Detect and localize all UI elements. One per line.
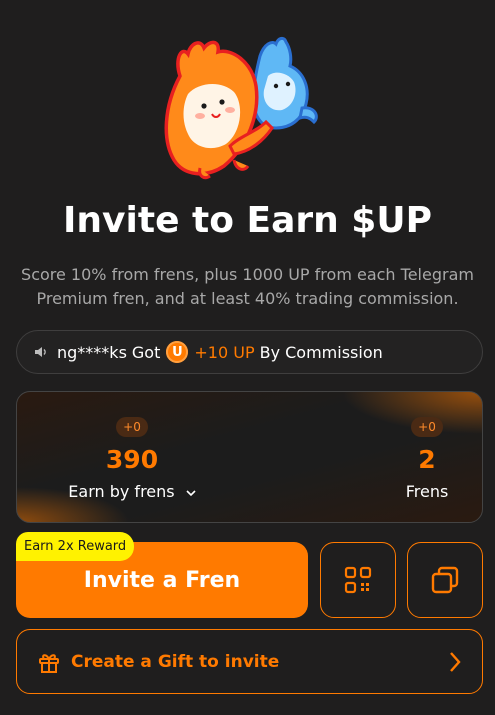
page-title: Invite to Earn $UP [63,200,432,241]
up-coin-icon: U [166,341,189,363]
chevron-down-icon [186,489,196,496]
ticker-got: Got [131,342,161,362]
reward-badge: Earn 2x Reward [16,532,135,561]
gift-label: Create a Gift to invite [71,651,280,672]
ticker-amount: +10 UP [194,342,255,362]
earn-value: 390 [105,445,159,474]
frens-value: 2 [418,445,436,474]
earn-label-row[interactable]: Earn by frens [17,482,247,501]
ticker-reason: By Commission [259,342,383,362]
earn-delta-badge: +0 [116,417,148,437]
chevron-right-icon [450,652,461,672]
gift-icon [39,653,59,673]
earn-label: Earn by frens [68,482,175,501]
commission-ticker: ng****ks Got U +10 UP By Commission [16,330,483,374]
frens-stat: +0 2 Frens [372,392,482,501]
page-subtitle: Score 10% from frens, plus 1000 UP from … [21,265,474,308]
frens-label: Frens [405,482,449,501]
earn-stat[interactable]: +0 390 Earn by frens [17,392,247,501]
frens-delta-badge: +0 [411,417,443,437]
create-gift-button[interactable]: Create a Gift to invite [16,629,483,694]
referral-stats-card: +0 390 Earn by frens +0 2 Frens [16,391,483,523]
ticker-user: ng****ks [57,342,127,362]
copy-link-button[interactable] [407,542,483,618]
speaker-icon [35,347,46,357]
fire-mascot-illustration [164,36,318,180]
qr-code-button[interactable] [320,542,396,618]
copy-icon [431,566,459,594]
qr-code-icon [344,566,372,594]
